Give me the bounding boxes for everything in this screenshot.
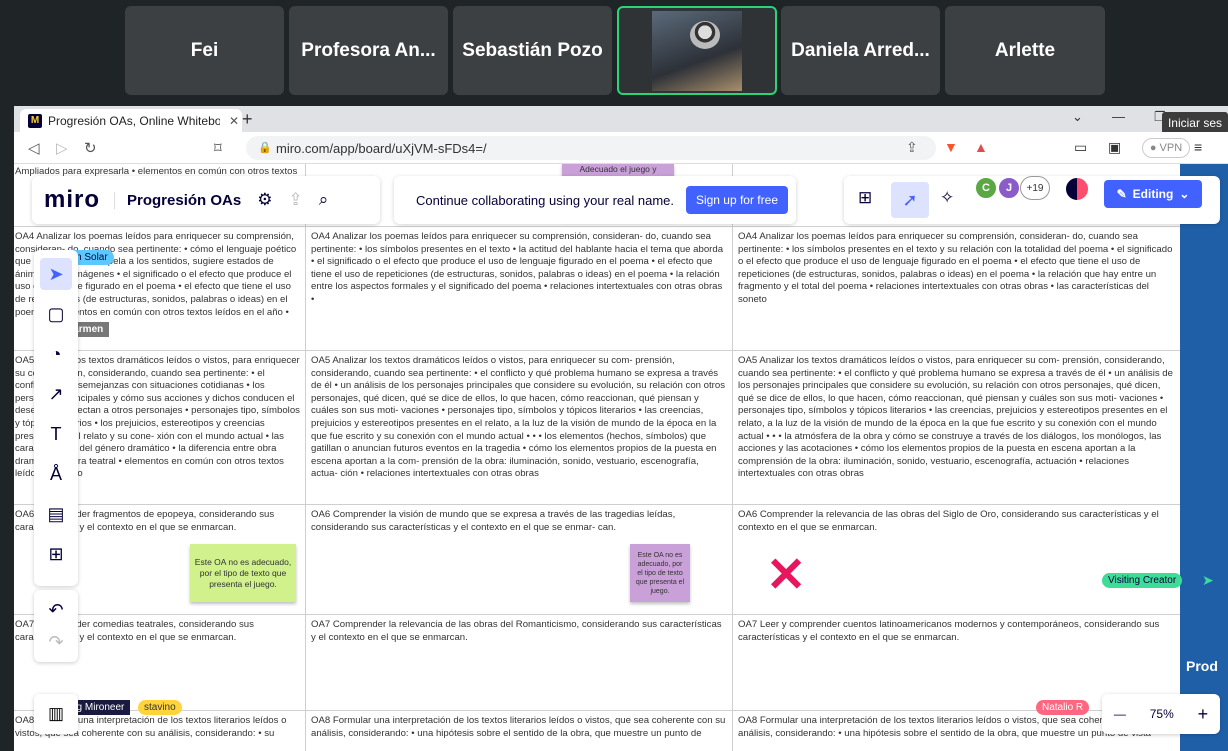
select-tool-icon[interactable]: ➤ — [40, 258, 72, 290]
cursor-label: stavino — [138, 700, 182, 715]
participant-tile-active[interactable] — [617, 6, 777, 95]
sign-up-button[interactable]: Sign up for free — [685, 186, 788, 214]
add-more-icon[interactable]: ⊞ — [40, 538, 72, 570]
participant-name: Arlette — [994, 39, 1056, 61]
sticky-note[interactable]: Este OA no es adecuado, por el tipo de t… — [190, 544, 296, 602]
browser-window: M Progresión OAs, Online Whiteboa ✕ + ⌄ … — [14, 106, 1228, 751]
celebrate-icon[interactable]: ✧ — [940, 188, 954, 208]
lock-icon: 🔒 — [258, 142, 272, 154]
connector-tool-icon[interactable]: ↗ — [40, 378, 72, 410]
collaborator-count[interactable]: +19 — [1020, 176, 1050, 200]
browser-tab[interactable]: M Progresión OAs, Online Whiteboa ✕ — [20, 109, 242, 132]
zoom-level[interactable]: 75% — [1150, 707, 1174, 721]
pen-tool-icon[interactable]: Å — [40, 458, 72, 490]
url-input[interactable]: 🔒 miro.com/app/board/uXjVM-sFDs4=/ — [246, 136, 936, 160]
participant-name: Fei — [190, 39, 219, 61]
participant-tile[interactable]: Profesora An... — [289, 6, 448, 95]
undo-icon[interactable]: ↶ — [40, 594, 72, 626]
participant-name: Profesora An... — [301, 39, 436, 61]
sticky-note-tool-icon[interactable]: ▢ — [40, 298, 72, 330]
shapes-tool-icon[interactable]: ◔ — [40, 338, 72, 370]
miro-favicon-icon: M — [28, 113, 42, 128]
frame-label: Prod — [1186, 658, 1218, 674]
camera-video — [652, 10, 742, 91]
editing-button[interactable]: ✎ Editing ⌄ — [1104, 180, 1202, 208]
cursor-label: Natalio R — [1036, 700, 1090, 715]
participant-name: Sebastián Pozo — [462, 39, 603, 61]
tab-bar: M Progresión OAs, Online Whiteboa ✕ + ⌄ … — [14, 106, 1228, 134]
profile-icon[interactable] — [1064, 176, 1090, 202]
cursor-mode-icon[interactable]: ➚ — [891, 182, 929, 218]
settings-icon[interactable]: ⚙ — [257, 190, 272, 210]
grid-cell: OA5 Analizar los textos dramáticos leído… — [311, 355, 726, 480]
forward-icon[interactable]: ▷ — [56, 139, 68, 157]
share-icon[interactable]: ⇪ — [906, 139, 918, 156]
participant-tile[interactable]: Sebastián Pozo — [453, 6, 612, 95]
url-text: miro.com/app/board/uXjVM-sFDs4=/ — [276, 140, 487, 156]
grid-cell: OA7 Comprender la relevancia de las obra… — [311, 619, 722, 643]
grid-cell: OA4 Analizar los poemas leídos para enri… — [738, 231, 1173, 305]
search-icon[interactable]: ⌕ — [319, 190, 329, 210]
comment-tool-icon[interactable]: ▤ — [40, 498, 72, 530]
sticky-note[interactable]: Este OA no es adecuado, por el tipo de t… — [630, 544, 690, 602]
miro-board[interactable]: Ampliados para expresarla • elementos en… — [14, 164, 1228, 751]
zoom-control: — 75% + — [1102, 694, 1220, 734]
grid-cell: OA4 Analizar los poemas leídos para enri… — [311, 231, 724, 305]
participant-tile[interactable]: Daniela Arred... — [781, 6, 940, 95]
participant-tile[interactable]: Arlette — [945, 6, 1105, 95]
bookmark-icon[interactable]: ⌑ — [214, 139, 222, 157]
participant-tile[interactable]: Fei — [125, 6, 284, 95]
vpn-button[interactable]: ● VPN — [1142, 138, 1190, 158]
address-bar: ◁ ▷ ↻ ⌑ 🔒 miro.com/app/board/uXjVM-sFDs4… — [14, 132, 1228, 164]
frames-panel-icon[interactable]: ▥ — [34, 694, 78, 734]
grid-cell: OA5 Analizar los textos dramáticos leído… — [738, 355, 1173, 480]
chevron-down-icon: ⌄ — [1179, 187, 1190, 201]
cursor-label: Visiting Creator — [1102, 573, 1183, 588]
new-tab-icon[interactable]: + — [242, 109, 253, 130]
avatar[interactable]: C — [974, 176, 998, 200]
collab-banner: Continue collaborating using your real n… — [394, 176, 796, 224]
grid-cell: OA8 Formular una interpretación de los t… — [311, 715, 726, 739]
zoom-out-icon[interactable]: — — [1114, 707, 1126, 721]
menu-icon[interactable]: ≡ — [1194, 139, 1202, 155]
cursor-arrow-icon: ➤ — [1202, 572, 1214, 588]
redo-icon[interactable]: ↷ — [40, 626, 72, 658]
text-tool-icon[interactable]: T — [40, 418, 72, 450]
apps-icon[interactable]: ⊞ — [858, 188, 872, 208]
x-mark-icon[interactable]: ✕ — [766, 552, 806, 600]
creation-toolbar: ➤ ▢ ◔ ↗ T Å ▤ ⊞ — [34, 250, 78, 586]
wallet-icon[interactable]: ▣ — [1108, 139, 1121, 156]
sidebar-icon[interactable]: ▭ — [1074, 139, 1087, 156]
board-name[interactable]: Progresión OAs — [114, 191, 241, 209]
tooltip: Iniciar ses — [1161, 112, 1228, 134]
board-header: miro Progresión OAs ⚙ ⇪ ⌕ — [32, 176, 380, 224]
reload-icon[interactable]: ↻ — [84, 139, 97, 157]
close-tab-icon[interactable]: ✕ — [226, 114, 242, 128]
minimize-icon[interactable]: — — [1112, 109, 1125, 124]
collab-message: Continue collaborating using your real n… — [416, 192, 674, 208]
undo-redo-panel: ↶ ↷ — [34, 590, 78, 662]
editing-label: Editing — [1132, 187, 1174, 201]
back-icon[interactable]: ◁ — [28, 139, 40, 157]
brave-shield-icon[interactable]: ▼ — [944, 139, 958, 155]
participant-name: Daniela Arred... — [791, 39, 930, 61]
brave-rewards-icon[interactable]: ▲ — [974, 139, 988, 155]
pencil-icon: ✎ — [1116, 187, 1127, 201]
upload-icon[interactable]: ⇪ — [288, 190, 302, 210]
avatar[interactable]: J — [997, 176, 1021, 200]
zoom-in-icon[interactable]: + — [1198, 704, 1209, 725]
tab-list-icon[interactable]: ⌄ — [1072, 109, 1083, 125]
tab-title: Progresión OAs, Online Whiteboa — [48, 113, 220, 128]
miro-logo[interactable]: miro — [32, 186, 100, 214]
